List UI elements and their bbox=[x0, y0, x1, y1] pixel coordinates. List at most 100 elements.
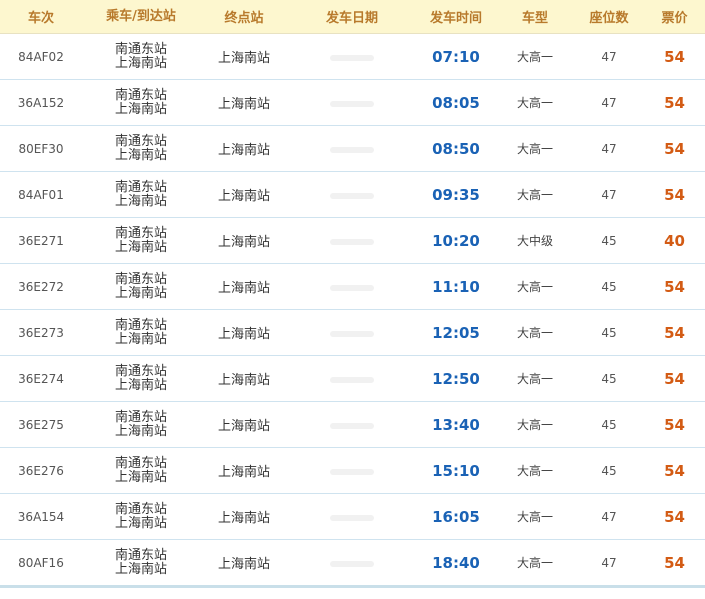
table-row[interactable]: 84AF02 南通东站 上海南站 上海南站 07:10 大高一 47 54 bbox=[0, 34, 705, 80]
ticket-price: 54 bbox=[664, 185, 685, 204]
table-row[interactable]: 36E273 南通东站 上海南站 上海南站 12:05 大高一 45 54 bbox=[0, 310, 705, 356]
departure-time: 11:10 bbox=[432, 277, 480, 296]
table-row[interactable]: 36E275 南通东站 上海南站 上海南站 13:40 大高一 45 54 bbox=[0, 402, 705, 448]
vehicle-type: 大高一 bbox=[516, 510, 553, 524]
ticket-price: 54 bbox=[664, 461, 685, 480]
table-row[interactable]: 36E271 南通东站 上海南站 上海南站 10:20 大中级 45 40 bbox=[0, 218, 705, 264]
destination-station: 上海南站 bbox=[217, 327, 270, 342]
bus-schedule-table: 车次 乘车/到达站 终点站 发车日期 发车时间 车型 座位数 票价 84AF02… bbox=[0, 0, 705, 588]
boarding-station: 南通东站 bbox=[114, 409, 167, 425]
departure-time: 07:10 bbox=[432, 47, 480, 66]
seat-count: 45 bbox=[601, 233, 617, 248]
route-cell: 南通东站 上海南站 bbox=[82, 548, 200, 577]
bus-number: 80AF16 bbox=[18, 555, 64, 570]
boarding-station: 南通东站 bbox=[114, 455, 167, 471]
route-cell: 南通东站 上海南站 bbox=[82, 134, 200, 163]
arrival-station: 上海南站 bbox=[114, 561, 167, 577]
departure-time: 16:05 bbox=[432, 507, 480, 526]
table-row[interactable]: 84AF01 南通东站 上海南站 上海南站 09:35 大高一 47 54 bbox=[0, 172, 705, 218]
boarding-station: 南通东站 bbox=[114, 363, 167, 379]
departure-time: 15:10 bbox=[432, 461, 480, 480]
vehicle-type: 大高一 bbox=[516, 188, 553, 202]
departure-date bbox=[288, 372, 416, 386]
arrival-station: 上海南站 bbox=[114, 285, 167, 301]
bus-number: 36A154 bbox=[17, 509, 65, 524]
table-row[interactable]: 80AF16 南通东站 上海南站 上海南站 18:40 大高一 47 54 bbox=[0, 540, 705, 588]
bus-number: 36E272 bbox=[18, 279, 64, 294]
departure-time: 12:05 bbox=[432, 323, 480, 342]
arrival-station: 上海南站 bbox=[114, 101, 167, 117]
route-cell: 南通东站 上海南站 bbox=[82, 502, 200, 531]
table-row[interactable]: 36E276 南通东站 上海南站 上海南站 15:10 大高一 45 54 bbox=[0, 448, 705, 494]
destination-station: 上海南站 bbox=[217, 511, 270, 526]
blurred-date bbox=[330, 192, 374, 199]
destination-station: 上海南站 bbox=[217, 189, 270, 204]
bus-number: 36A152 bbox=[17, 95, 65, 110]
bus-number: 84AF01 bbox=[18, 187, 64, 202]
seat-count: 47 bbox=[601, 95, 617, 110]
table-row[interactable]: 36E272 南通东站 上海南站 上海南站 11:10 大高一 45 54 bbox=[0, 264, 705, 310]
ticket-price: 54 bbox=[664, 47, 685, 66]
vehicle-type: 大高一 bbox=[516, 50, 553, 64]
seat-count: 47 bbox=[601, 141, 617, 156]
seat-count: 45 bbox=[601, 417, 617, 432]
departure-date bbox=[288, 50, 416, 64]
ticket-price: 54 bbox=[664, 277, 685, 296]
ticket-price: 40 bbox=[664, 231, 685, 250]
departure-date bbox=[288, 96, 416, 110]
vehicle-type: 大高一 bbox=[516, 418, 553, 432]
blurred-date bbox=[330, 146, 374, 153]
departure-date bbox=[288, 188, 416, 202]
destination-station: 上海南站 bbox=[217, 465, 270, 480]
vehicle-type: 大高一 bbox=[516, 280, 553, 294]
departure-time: 12:50 bbox=[432, 369, 480, 388]
blurred-date bbox=[330, 238, 374, 245]
bus-number: 36E275 bbox=[18, 417, 64, 432]
vehicle-type: 大高一 bbox=[516, 142, 553, 156]
arrival-station: 上海南站 bbox=[114, 147, 167, 163]
route-cell: 南通东站 上海南站 bbox=[82, 42, 200, 71]
table-row[interactable]: 36A152 南通东站 上海南站 上海南站 08:05 大高一 47 54 bbox=[0, 80, 705, 126]
departure-date bbox=[288, 280, 416, 294]
blurred-date bbox=[330, 376, 374, 383]
arrival-station: 上海南站 bbox=[114, 193, 167, 209]
table-row[interactable]: 80EF30 南通东站 上海南站 上海南站 08:50 大高一 47 54 bbox=[0, 126, 705, 172]
seat-count: 45 bbox=[601, 463, 617, 478]
blurred-date bbox=[330, 284, 374, 291]
bus-number: 36E273 bbox=[18, 325, 64, 340]
table-row[interactable]: 36E274 南通东站 上海南站 上海南站 12:50 大高一 45 54 bbox=[0, 356, 705, 402]
destination-station: 上海南站 bbox=[217, 97, 270, 112]
blurred-date bbox=[330, 54, 374, 61]
arrival-station: 上海南站 bbox=[114, 239, 167, 255]
arrival-station: 上海南站 bbox=[114, 331, 167, 347]
departure-date bbox=[288, 464, 416, 478]
route-cell: 南通东站 上海南站 bbox=[82, 225, 200, 255]
ticket-price: 54 bbox=[664, 323, 685, 342]
destination-station: 上海南站 bbox=[217, 51, 270, 66]
seat-count: 47 bbox=[601, 509, 617, 524]
blurred-date bbox=[330, 468, 374, 475]
vehicle-type: 大中级 bbox=[516, 234, 553, 248]
bus-number: 36E276 bbox=[18, 463, 64, 478]
destination-station: 上海南站 bbox=[217, 557, 270, 572]
departure-time: 18:40 bbox=[432, 553, 480, 572]
departure-date bbox=[288, 326, 416, 340]
ticket-price: 54 bbox=[664, 507, 685, 526]
destination-station: 上海南站 bbox=[217, 143, 270, 158]
boarding-station: 南通东站 bbox=[114, 225, 167, 241]
bus-number: 80EF30 bbox=[18, 141, 64, 156]
blurred-date bbox=[330, 514, 374, 521]
ticket-price: 54 bbox=[664, 553, 685, 572]
seat-count: 45 bbox=[601, 325, 617, 340]
departure-date bbox=[288, 418, 416, 432]
arrival-station: 上海南站 bbox=[114, 55, 167, 71]
boarding-station: 南通东站 bbox=[114, 87, 167, 103]
arrival-station: 上海南站 bbox=[114, 515, 167, 531]
table-row[interactable]: 36A154 南通东站 上海南站 上海南站 16:05 大高一 47 54 bbox=[0, 494, 705, 540]
bus-number: 36E274 bbox=[18, 371, 64, 386]
header-destination: 终点站 bbox=[224, 11, 264, 26]
route-cell: 南通东站 上海南站 bbox=[82, 363, 200, 393]
seat-count: 47 bbox=[601, 49, 617, 64]
departure-time: 09:35 bbox=[432, 185, 480, 204]
departure-time: 10:20 bbox=[432, 231, 480, 250]
